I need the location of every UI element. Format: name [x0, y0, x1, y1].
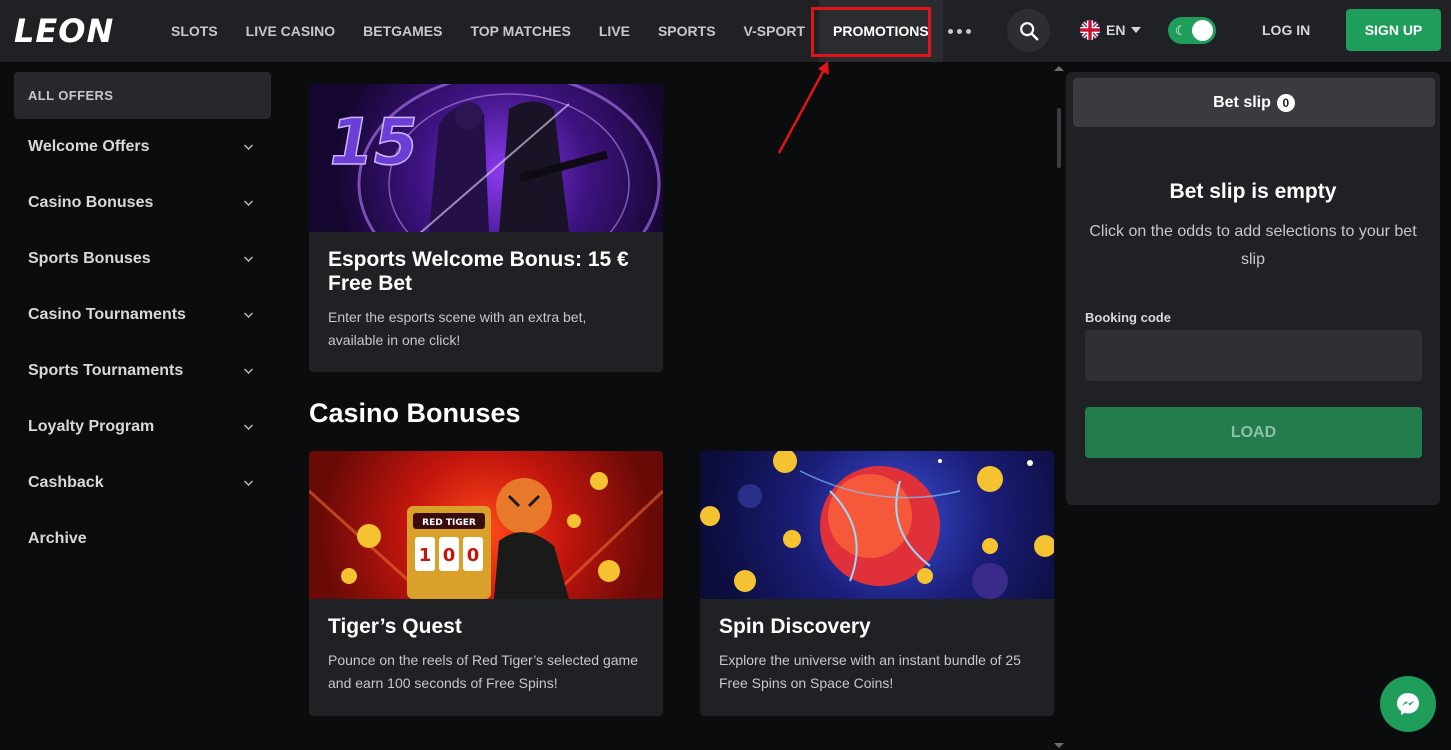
sidebar-item-welcome-offers[interactable]: Welcome Offers: [14, 119, 271, 175]
sidebar-item-label: Sports Bonuses: [28, 250, 151, 267]
language-label: EN: [1106, 22, 1126, 38]
login-button[interactable]: LOG IN: [1262, 22, 1310, 38]
promotions-sidebar: ALL OFFERS Welcome Offers Casino Bonuses…: [14, 72, 271, 567]
nav-top-matches[interactable]: TOP MATCHES: [456, 0, 584, 62]
booking-code-label: Booking code: [1085, 310, 1171, 325]
toggle-knob: [1192, 20, 1213, 41]
tiger-slot-artwork: RED TIGER 1 0 0: [309, 472, 663, 599]
nav-slots[interactable]: SLOTS: [157, 0, 232, 62]
nav-promotions[interactable]: PROMOTIONS: [819, 0, 943, 62]
spin-discovery-promo-image: [700, 451, 1054, 599]
card-title: Esports Welcome Bonus: 15 € Free Bet: [328, 248, 629, 295]
betslip-empty-title: Bet slip is empty: [1169, 180, 1337, 203]
chevron-down-icon: [244, 420, 253, 430]
sidebar-item-casino-tournaments[interactable]: Casino Tournaments: [14, 287, 271, 343]
card-body: Tiger’s Quest Pounce on the reels of Red…: [309, 599, 663, 713]
chevron-down-icon: [244, 252, 253, 262]
sidebar-item-label: Sports Tournaments: [28, 362, 184, 379]
sidebar-item-sports-bonuses[interactable]: Sports Bonuses: [14, 231, 271, 287]
load-button[interactable]: LOAD: [1085, 407, 1422, 458]
scroll-up-arrow[interactable]: [1054, 66, 1064, 71]
nav-v-sport[interactable]: V-SPORT: [730, 0, 819, 62]
card-body: Spin Discovery Explore the universe with…: [700, 599, 1054, 713]
chevron-down-icon: [244, 476, 253, 486]
sidebar-item-label: Welcome Offers: [28, 138, 150, 155]
search-icon: [1019, 21, 1038, 40]
svg-text:0: 0: [467, 545, 480, 566]
chat-button[interactable]: [1380, 676, 1436, 732]
caret-down-icon: [1131, 27, 1142, 33]
card-title: Tiger’s Quest: [328, 615, 462, 638]
language-selector[interactable]: EN: [1080, 20, 1142, 40]
all-offers-button[interactable]: ALL OFFERS: [14, 72, 271, 119]
svg-text:RED TIGER: RED TIGER: [422, 518, 476, 528]
booking-code-input[interactable]: [1085, 330, 1422, 381]
nav-live-casino[interactable]: LIVE CASINO: [232, 0, 349, 62]
sidebar-item-label: Archive: [28, 530, 87, 547]
tigers-quest-promo-image: RED TIGER 1 0 0: [309, 451, 663, 599]
nav-sports[interactable]: SPORTS: [644, 0, 730, 62]
card-title: Spin Discovery: [719, 615, 871, 638]
main-scrollbar-thumb[interactable]: [1057, 108, 1061, 168]
sidebar-item-label: Cashback: [28, 474, 104, 491]
chevron-down-icon: [244, 364, 253, 374]
card-description: Explore the universe with an instant bun…: [719, 652, 1021, 691]
theme-toggle[interactable]: ☾: [1168, 17, 1216, 44]
section-title-casino-bonuses: Casino Bonuses: [309, 398, 521, 428]
esports-artwork: 15: [321, 84, 661, 232]
moon-icon: ☾: [1175, 23, 1187, 38]
signup-button[interactable]: SIGN UP: [1346, 9, 1441, 51]
betslip-empty-description: Click on the odds to add selections to y…: [1089, 223, 1417, 268]
uk-flag-icon: [1080, 20, 1100, 40]
sidebar-item-label: Casino Tournaments: [28, 306, 186, 323]
promo-card-spin-discovery[interactable]: Spin Discovery Explore the universe with…: [700, 451, 1054, 716]
card-description: Enter the esports scene with an extra be…: [328, 309, 587, 348]
betslip-panel: Bet slip 0 Bet slip is empty Click on th…: [1066, 72, 1440, 505]
sidebar-item-label: Loyalty Program: [28, 418, 155, 435]
promo-card-esports[interactable]: 15 Esports Welcome Bonus: 15 € Free Bet …: [309, 84, 663, 372]
scroll-down-arrow[interactable]: [1054, 743, 1064, 748]
planet-artwork: [700, 451, 1054, 599]
card-body: Esports Welcome Bonus: 15 € Free Bet Ent…: [309, 232, 663, 370]
chevron-down-icon: [244, 196, 253, 206]
betslip-tab[interactable]: Bet slip 0: [1073, 78, 1435, 127]
app-root: LEON SLOTS LIVE CASINO BETGAMES TOP MATC…: [0, 0, 1451, 750]
betslip-count-badge: 0: [1276, 93, 1295, 112]
chevron-down-icon: [244, 140, 253, 150]
promo-card-tigers-quest[interactable]: RED TIGER 1 0 0 Tiger’s Quest Pounce on …: [309, 451, 663, 716]
nav-live[interactable]: LIVE: [585, 0, 644, 62]
sidebar-item-loyalty-program[interactable]: Loyalty Program: [14, 399, 271, 455]
sidebar-item-casino-bonuses[interactable]: Casino Bonuses: [14, 175, 271, 231]
svg-text:0: 0: [443, 545, 456, 566]
svg-text:1: 1: [419, 545, 432, 566]
top-header: LEON SLOTS LIVE CASINO BETGAMES TOP MATC…: [0, 0, 1451, 62]
leon-logo[interactable]: LEON: [14, 12, 114, 50]
sidebar-item-cashback[interactable]: Cashback: [14, 455, 271, 511]
svg-text:15: 15: [322, 105, 424, 179]
promotions-main: 15 Esports Welcome Bonus: 15 € Free Bet …: [309, 62, 1054, 750]
main-nav: SLOTS LIVE CASINO BETGAMES TOP MATCHES L…: [157, 0, 943, 62]
sidebar-item-sports-tournaments[interactable]: Sports Tournaments: [14, 343, 271, 399]
more-dots-icon[interactable]: [944, 18, 974, 44]
search-button[interactable]: [1007, 9, 1050, 52]
messenger-icon: [1397, 693, 1419, 715]
card-description: Pounce on the reels of Red Tiger’s selec…: [328, 652, 639, 691]
sidebar-item-archive[interactable]: Archive: [14, 511, 271, 567]
sidebar-item-label: Casino Bonuses: [28, 194, 154, 211]
esports-promo-image: 15: [309, 84, 663, 232]
betslip-tab-label: Bet slip: [1213, 93, 1271, 111]
nav-betgames[interactable]: BETGAMES: [349, 0, 456, 62]
chevron-down-icon: [244, 308, 253, 318]
